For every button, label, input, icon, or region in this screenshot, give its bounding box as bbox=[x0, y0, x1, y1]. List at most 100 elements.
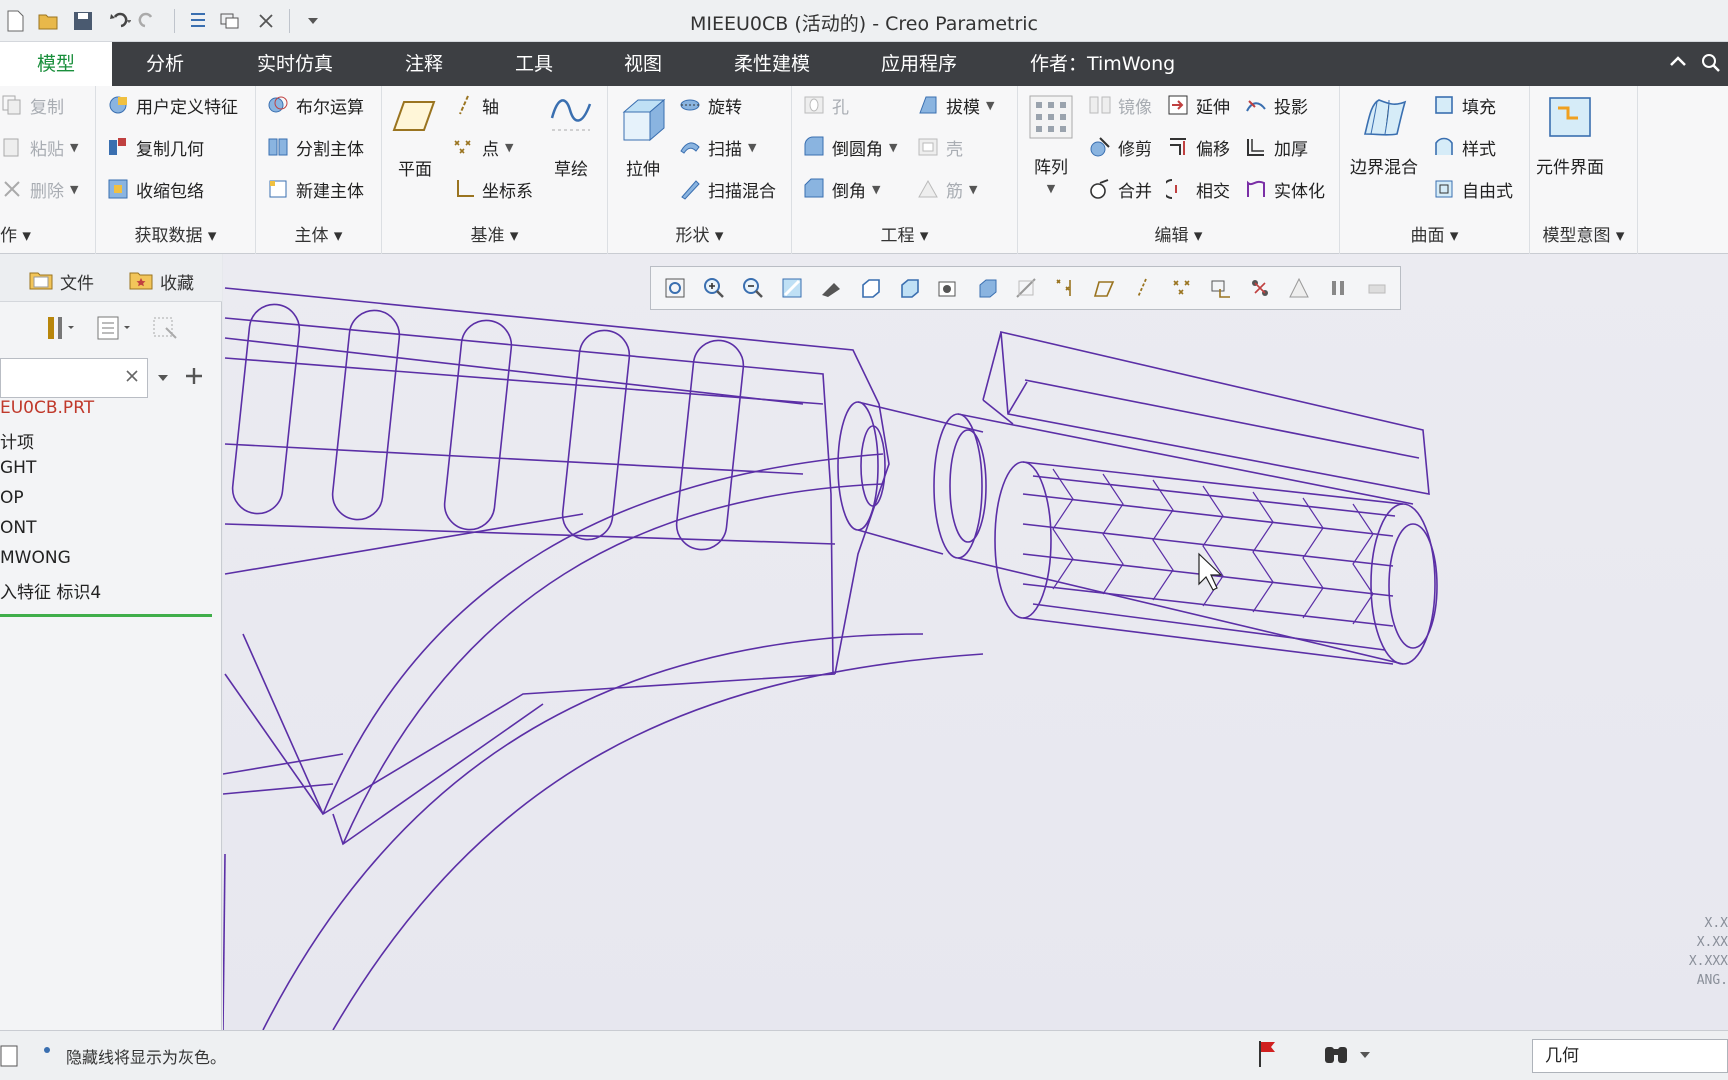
intersect-button[interactable]: 相交 bbox=[1162, 174, 1230, 204]
group-label-engineering[interactable]: 工程 ▾ bbox=[792, 221, 1017, 246]
regenerate-icon[interactable] bbox=[183, 7, 213, 35]
spin-center-icon[interactable] bbox=[1281, 271, 1317, 305]
tree-settings-icon[interactable] bbox=[40, 314, 74, 346]
tab-folder-browser[interactable]: 文件 bbox=[28, 264, 94, 298]
redo-icon[interactable] bbox=[136, 7, 166, 35]
tab-model[interactable]: 模型 bbox=[0, 42, 112, 86]
datum-display-filter-icon[interactable] bbox=[1047, 271, 1083, 305]
find-icon[interactable] bbox=[1322, 1041, 1352, 1073]
udf-button[interactable]: 用户定义特征 bbox=[106, 90, 238, 120]
merge-button[interactable]: 合并 bbox=[1088, 174, 1152, 204]
tab-live-simulation[interactable]: 实时仿真 bbox=[257, 42, 333, 86]
save-icon[interactable] bbox=[68, 7, 98, 35]
tab-annotate[interactable]: 注释 bbox=[405, 42, 443, 86]
plane-button[interactable]: 平面 bbox=[392, 96, 438, 180]
offset-button[interactable]: 偏移 bbox=[1166, 132, 1230, 162]
split-body-button[interactable]: 分割主体 bbox=[266, 132, 364, 162]
repaint-icon[interactable] bbox=[774, 271, 810, 305]
search-icon[interactable] bbox=[1700, 52, 1722, 78]
selection-filter[interactable]: 几何 bbox=[1532, 1039, 1728, 1073]
refit-icon[interactable] bbox=[657, 271, 693, 305]
solidify-button[interactable]: 实体化 bbox=[1244, 174, 1325, 204]
point-display-icon[interactable] bbox=[1164, 271, 1200, 305]
revolve-button[interactable]: 旋转 bbox=[678, 90, 742, 120]
regenerate-view-icon[interactable] bbox=[1359, 271, 1395, 305]
zoom-in-icon[interactable] bbox=[696, 271, 732, 305]
navigator-toggle-icon[interactable] bbox=[0, 1044, 20, 1072]
insert-here-marker[interactable] bbox=[0, 614, 212, 617]
tree-item-front-plane[interactable]: ONT bbox=[0, 518, 36, 538]
new-body-button[interactable]: 新建主体 bbox=[266, 174, 364, 204]
style-button[interactable]: 样式 bbox=[1432, 132, 1496, 162]
group-label-body[interactable]: 主体 ▾ bbox=[256, 221, 381, 246]
close-window-icon[interactable] bbox=[251, 7, 281, 35]
pattern-button[interactable]: 阵列 ▼ bbox=[1028, 94, 1074, 195]
find-dropdown-icon[interactable] bbox=[1358, 1047, 1372, 1066]
csys-display-icon[interactable] bbox=[1203, 271, 1239, 305]
group-label-surfaces[interactable]: 曲面 ▾ bbox=[1340, 221, 1529, 246]
graphics-window[interactable]: X.X X.XX X.XXX ANG. bbox=[223, 254, 1728, 1030]
tab-tools[interactable]: 工具 bbox=[515, 42, 553, 86]
shell-button[interactable]: 壳 bbox=[916, 132, 963, 162]
round-button[interactable]: 倒圆角 ▼ bbox=[802, 132, 897, 162]
point-button[interactable]: 点 ▼ bbox=[452, 132, 513, 162]
collapse-ribbon-icon[interactable] bbox=[1668, 52, 1688, 76]
pause-icon[interactable] bbox=[1320, 271, 1356, 305]
copy-geometry-button[interactable]: 复制几何 bbox=[106, 132, 204, 162]
tree-columns-icon[interactable] bbox=[96, 314, 130, 346]
tree-item-import-feature[interactable]: 入特征 标识4 bbox=[0, 578, 101, 603]
tree-item-top-plane[interactable]: OP bbox=[0, 488, 24, 508]
view-manager-icon[interactable] bbox=[891, 271, 927, 305]
tab-flexible-modeling[interactable]: 柔性建模 bbox=[734, 42, 810, 86]
tree-item-part[interactable]: EU0CB.PRT bbox=[0, 398, 94, 418]
annotation-display-icon[interactable] bbox=[1242, 271, 1278, 305]
new-file-icon[interactable] bbox=[0, 7, 30, 35]
freestyle-button[interactable]: 自由式 bbox=[1432, 174, 1513, 204]
customize-qat-icon[interactable] bbox=[298, 7, 328, 35]
model-tree-search-field[interactable] bbox=[0, 358, 148, 398]
draft-button[interactable]: 拔模 ▼ bbox=[916, 90, 994, 120]
project-button[interactable]: 投影 bbox=[1244, 90, 1308, 120]
sketch-button[interactable]: 草绘 bbox=[548, 92, 594, 180]
perspective-icon[interactable] bbox=[930, 271, 966, 305]
group-label-shape[interactable]: 形状 ▾ bbox=[608, 221, 791, 246]
tree-item-right-plane[interactable]: GHT bbox=[0, 458, 36, 478]
saved-orientations-icon[interactable] bbox=[852, 271, 888, 305]
hole-button[interactable]: 孔 bbox=[802, 90, 849, 120]
zoom-out-icon[interactable] bbox=[735, 271, 771, 305]
trim-button[interactable]: 修剪 bbox=[1088, 132, 1152, 162]
axis-display-icon[interactable] bbox=[1125, 271, 1161, 305]
extrude-button[interactable]: 拉伸 bbox=[618, 94, 668, 180]
tab-applications[interactable]: 应用程序 bbox=[881, 42, 957, 86]
section-icon[interactable] bbox=[1008, 271, 1044, 305]
thicken-button[interactable]: 加厚 bbox=[1244, 132, 1308, 162]
boundary-blend-button[interactable]: 边界混合 bbox=[1350, 94, 1418, 178]
group-label-model-intent[interactable]: 模型意图 ▾ bbox=[1530, 221, 1637, 246]
open-file-icon[interactable] bbox=[34, 7, 64, 35]
sweep-button[interactable]: 扫描 ▼ bbox=[678, 132, 756, 162]
shrinkwrap-button[interactable]: 收缩包络 bbox=[106, 174, 204, 204]
group-label-operations[interactable]: 作 ▾ bbox=[0, 221, 95, 246]
tree-item-author-csys[interactable]: MWONG bbox=[0, 548, 71, 568]
display-style-icon[interactable] bbox=[813, 271, 849, 305]
add-icon[interactable] bbox=[184, 366, 204, 390]
component-interface-button[interactable]: 元件界面 bbox=[1536, 94, 1604, 178]
extend-button[interactable]: 延伸 bbox=[1166, 90, 1230, 120]
shaded-view-icon[interactable] bbox=[969, 271, 1005, 305]
undo-icon[interactable] bbox=[102, 7, 132, 35]
swept-blend-button[interactable]: 扫描混合 bbox=[678, 174, 776, 204]
tab-favorites[interactable]: 收藏 bbox=[128, 264, 194, 298]
group-label-datum[interactable]: 基准 ▾ bbox=[382, 221, 607, 246]
tree-item-design-items[interactable]: 计项 bbox=[0, 428, 34, 453]
fill-button[interactable]: 填充 bbox=[1432, 90, 1496, 120]
search-options-dropdown-icon[interactable] bbox=[156, 370, 170, 389]
tab-analysis[interactable]: 分析 bbox=[146, 42, 184, 86]
group-label-get-data[interactable]: 获取数据 ▾ bbox=[96, 221, 255, 246]
group-label-editing[interactable]: 编辑 ▾ bbox=[1018, 221, 1339, 246]
paste-button[interactable]: 粘贴 ▼ bbox=[0, 132, 78, 162]
csys-button[interactable]: 坐标系 bbox=[452, 174, 533, 204]
windows-icon[interactable] bbox=[217, 7, 247, 35]
rib-button[interactable]: 筋 ▼ bbox=[916, 174, 977, 204]
delete-button[interactable]: 删除 ▼ bbox=[0, 174, 78, 204]
chamfer-button[interactable]: 倒角 ▼ bbox=[802, 174, 880, 204]
